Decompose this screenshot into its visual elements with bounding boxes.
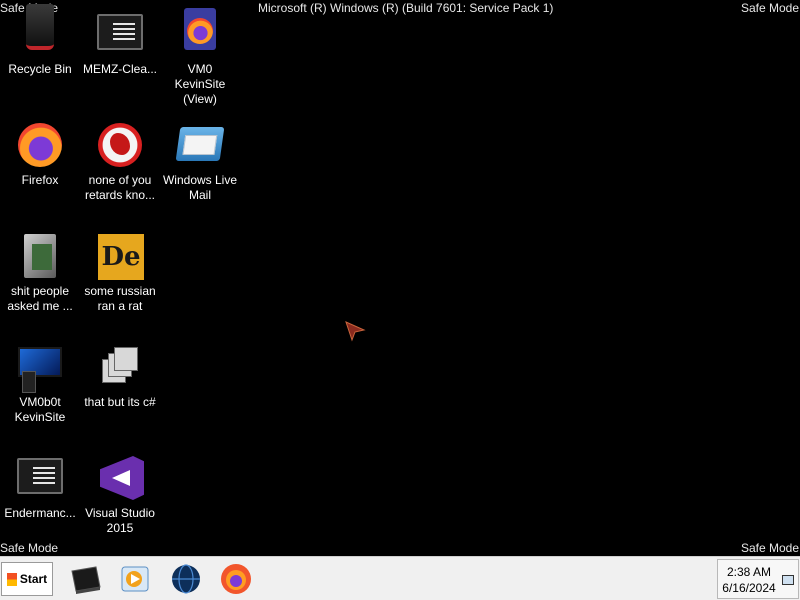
- taskbar-item-firefox[interactable]: [218, 561, 254, 597]
- visual-studio-icon: [96, 454, 144, 502]
- mouse-cursor-icon: [345, 321, 366, 342]
- desktop-icon-label: Endermanc...: [4, 506, 76, 520]
- stacked-windows-icon: [96, 343, 144, 391]
- start-label: Start: [19, 572, 48, 586]
- taskbar-item-globe[interactable]: [168, 561, 204, 597]
- desktop-icon-label: shit people asked me ...: [7, 284, 73, 313]
- de-icon: De: [96, 232, 144, 280]
- desktop-icon-label: Windows Live Mail: [162, 173, 238, 202]
- desktop-icon-firefox[interactable]: Firefox: [0, 121, 80, 188]
- taskbar-item-media-player[interactable]: [117, 561, 153, 597]
- globe-icon: [172, 564, 200, 594]
- desktop-icon-endermanch[interactable]: Endermanc...: [0, 454, 80, 521]
- desktop-icon-visual-studio-2015[interactable]: Visual Studio 2015: [80, 454, 160, 536]
- desktop-icon-label: VM0b0t KevinSite: [14, 395, 66, 424]
- dragon-icon: [96, 121, 144, 169]
- safe-mode-label-bottom-left: Safe Mode: [0, 541, 59, 555]
- mail-icon: [175, 121, 225, 169]
- clock-time[interactable]: 2:38 AM: [718, 565, 780, 579]
- desktop-icon-that-but-its-csharp[interactable]: that but its c#: [80, 343, 160, 410]
- network-icon[interactable]: [782, 575, 794, 585]
- windows-logo-icon: [6, 572, 17, 586]
- desktop-icon-none-of-you[interactable]: none of you retards kno...: [80, 121, 160, 203]
- recycle-bin-icon: [16, 4, 64, 58]
- clock-date[interactable]: 6/16/2024: [718, 581, 780, 595]
- desktop-icon-vm0b0t-kevinsite[interactable]: VM0b0t KevinSite: [0, 343, 80, 425]
- desktop-icon-shit-people-asked[interactable]: shit people asked me ...: [0, 232, 80, 314]
- terminal-icon: [96, 10, 144, 58]
- safe-mode-label-bottom-right: Safe Mode: [740, 541, 799, 555]
- desktop-icon-some-russian[interactable]: De some russian ran a rat: [80, 232, 160, 314]
- desktop-icon-windows-live-mail[interactable]: Windows Live Mail: [160, 121, 240, 203]
- desktop-icon-label: none of you retards kno...: [84, 173, 156, 202]
- desktop-icon-vm0-kevinsite-view[interactable]: VM0 KevinSite (View): [160, 8, 240, 107]
- firefox-icon: [16, 121, 64, 169]
- media-player-icon: [121, 566, 149, 592]
- desktop-icon-label: Visual Studio 2015: [85, 506, 155, 535]
- desktop-icon-label: that but its c#: [84, 395, 156, 409]
- desktop-icon-label: Recycle Bin: [8, 62, 72, 76]
- folder-icon: [16, 232, 64, 280]
- computer-icon: [16, 343, 64, 393]
- terminal-icon: [16, 454, 64, 502]
- safe-mode-label-top-right: Safe Mode: [740, 1, 799, 15]
- desktop-icon-label: MEMZ-Clea...: [82, 62, 157, 76]
- start-button[interactable]: Start: [1, 562, 53, 596]
- desktop-icon-label: some russian ran a rat: [84, 284, 156, 313]
- desktop-icon-recycle-bin[interactable]: Recycle Bin: [0, 4, 80, 77]
- system-tray: 2:38 AM 6/16/2024: [717, 559, 799, 599]
- taskbar: Start 2:38 AM 6/16/2024: [0, 556, 800, 600]
- desktop-icon-memz-cleaner[interactable]: MEMZ-Clea...: [80, 10, 160, 77]
- windows-build-label: Microsoft (R) Windows (R) (Build 7601: S…: [258, 1, 554, 15]
- desktop-icon-label: Firefox: [21, 173, 59, 187]
- firefox-document-icon: [176, 8, 224, 58]
- terminal-icon: [71, 566, 101, 594]
- desktop-icon-label: VM0 KevinSite (View): [174, 62, 226, 106]
- taskbar-item-terminal[interactable]: [68, 561, 104, 597]
- firefox-icon: [221, 564, 251, 594]
